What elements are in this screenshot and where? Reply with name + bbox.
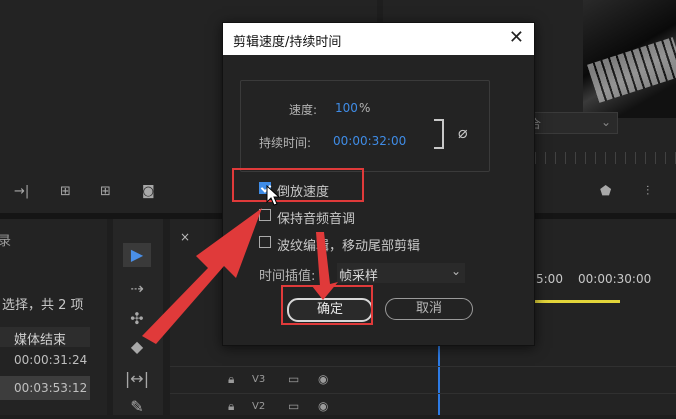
cursor-icon: [266, 184, 281, 206]
arrow-shape: [142, 208, 262, 344]
annotation-arrows: [142, 184, 338, 344]
arrow-shape: [312, 232, 338, 300]
